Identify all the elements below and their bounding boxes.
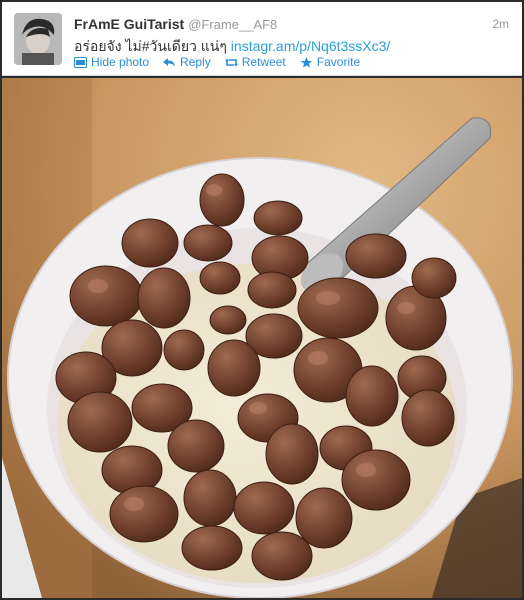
reply-arrow-icon: [163, 57, 176, 67]
retweet-icon: [224, 58, 238, 66]
photo-icon: [74, 56, 87, 68]
star-icon: [300, 56, 313, 68]
tweet-message: อร่อยจัง ไม่#วันเดียว แน่ๆ: [74, 38, 227, 54]
retweet-label: Retweet: [241, 55, 286, 69]
user-handle[interactable]: @Frame__AF8: [188, 17, 277, 32]
display-name[interactable]: FrAmE GuiTarist: [74, 16, 184, 32]
hide-photo-label: Hide photo: [91, 55, 150, 69]
tweet-timestamp[interactable]: 2m: [492, 17, 509, 31]
tweet-header: FrAmE GuiTarist @Frame__AF8 2m อร่อยจัง ไ…: [2, 2, 522, 76]
tweet-author: FrAmE GuiTarist @Frame__AF8: [74, 16, 277, 32]
tweet-card: FrAmE GuiTarist @Frame__AF8 2m อร่อยจัง ไ…: [0, 0, 524, 600]
tweet-link[interactable]: instagr.am/p/Nq6t3ssXc3/: [231, 38, 391, 54]
tweet-photo[interactable]: [2, 78, 522, 598]
tweet-actions: Hide photo Reply Retweet Favorite: [74, 55, 360, 69]
retweet-button[interactable]: Retweet: [224, 55, 286, 69]
avatar[interactable]: [14, 13, 62, 65]
cereal-bowl-photo: [2, 78, 522, 598]
favorite-label: Favorite: [316, 55, 361, 69]
favorite-button[interactable]: Favorite: [300, 55, 360, 69]
reply-button[interactable]: Reply: [163, 55, 211, 69]
hide-photo-button[interactable]: Hide photo: [74, 55, 149, 69]
reply-label: Reply: [180, 55, 211, 69]
